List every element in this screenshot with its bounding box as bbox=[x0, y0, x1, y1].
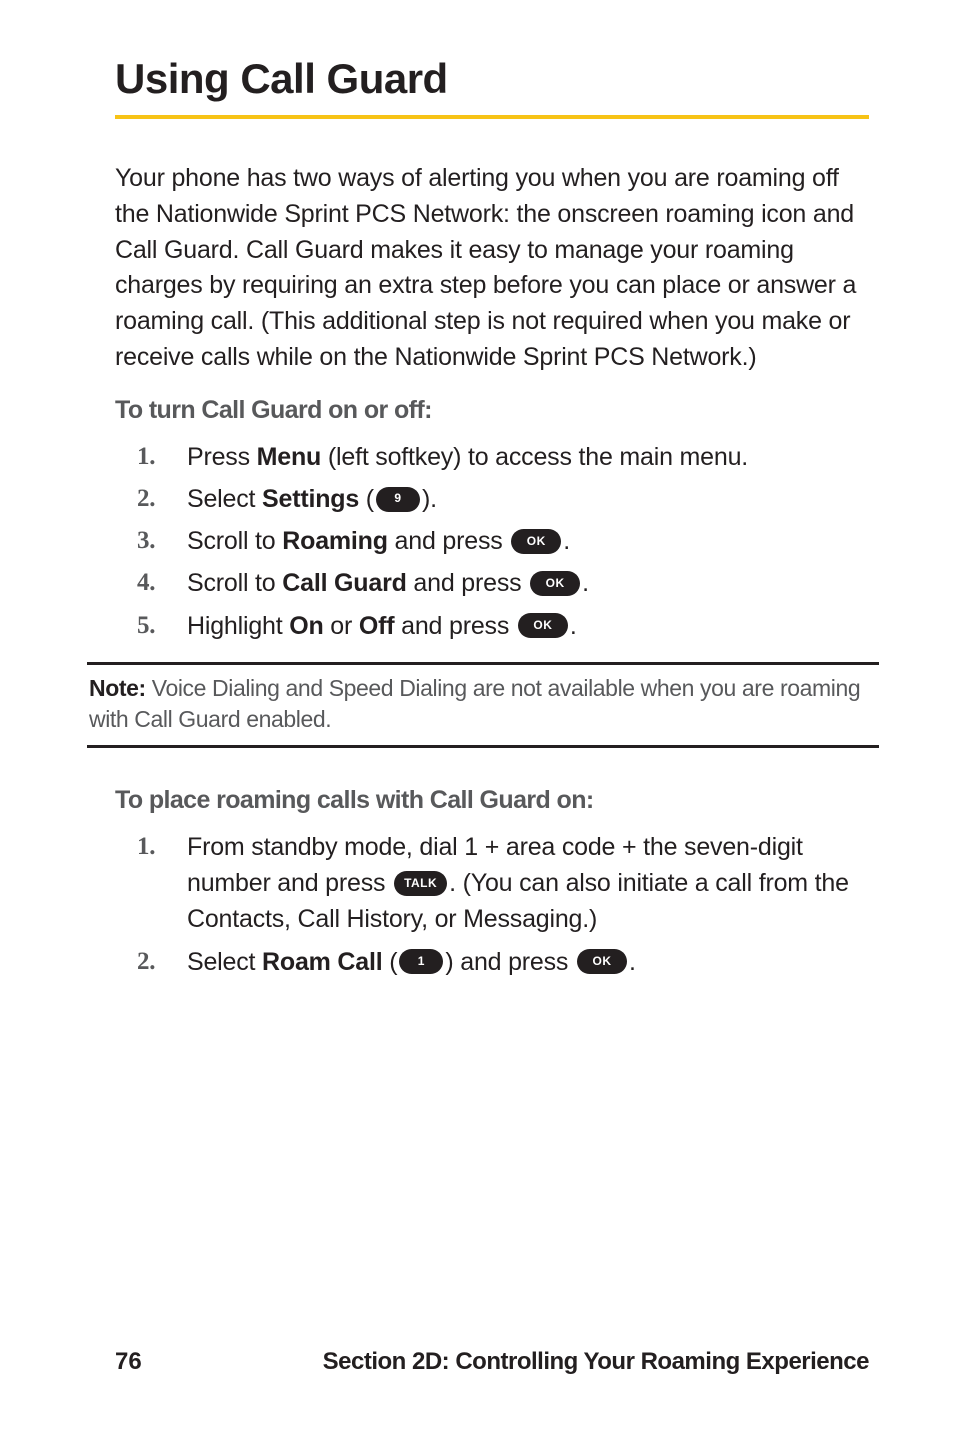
intro-paragraph: Your phone has two ways of alerting you … bbox=[115, 161, 869, 376]
step-number: 5. bbox=[137, 608, 187, 644]
key-1-icon: 1 bbox=[399, 949, 443, 974]
text-fragment: ) and press bbox=[445, 948, 575, 976]
text-fragment: (left softkey) to access the main menu. bbox=[321, 443, 748, 471]
key-9-icon: 9 bbox=[376, 487, 420, 512]
list-item: 5. Highlight On or Off and press OK. bbox=[137, 608, 869, 644]
heading-underline bbox=[115, 115, 869, 119]
text-fragment: and press bbox=[394, 612, 515, 640]
step-text: Scroll to Call Guard and press OK. bbox=[187, 565, 869, 601]
list-item: 1. Press Menu (left softkey) to access t… bbox=[137, 439, 869, 475]
bold-text: On bbox=[289, 612, 323, 640]
step-number: 2. bbox=[137, 944, 187, 980]
text-fragment: . bbox=[563, 527, 570, 555]
text-fragment: ). bbox=[422, 485, 437, 513]
step-number: 1. bbox=[137, 439, 187, 475]
text-fragment: Press bbox=[187, 443, 257, 471]
text-fragment: . bbox=[629, 948, 636, 976]
text-fragment: ( bbox=[359, 485, 374, 513]
key-ok-icon: OK bbox=[518, 613, 568, 638]
step-text: Scroll to Roaming and press OK. bbox=[187, 523, 869, 559]
key-ok-icon: OK bbox=[511, 529, 561, 554]
step-text: Press Menu (left softkey) to access the … bbox=[187, 439, 869, 475]
text-fragment: or bbox=[324, 612, 359, 640]
section-label: Section 2D: Controlling Your Roaming Exp… bbox=[323, 1348, 869, 1376]
text-fragment: Select bbox=[187, 948, 262, 976]
text-fragment: ( bbox=[383, 948, 398, 976]
note-text: Note: Voice Dialing and Speed Dialing ar… bbox=[89, 673, 877, 735]
key-ok-icon: OK bbox=[577, 949, 627, 974]
text-fragment: Scroll to bbox=[187, 527, 282, 555]
step-number: 4. bbox=[137, 565, 187, 601]
steps-list-2: 1. From standby mode, dial 1 + area code… bbox=[137, 829, 869, 980]
page-heading: Using Call Guard bbox=[115, 55, 869, 103]
text-fragment: and press bbox=[407, 569, 528, 597]
step-text: From standby mode, dial 1 + area code + … bbox=[187, 829, 869, 938]
steps-list-1: 1. Press Menu (left softkey) to access t… bbox=[137, 439, 869, 644]
bold-text: Off bbox=[359, 612, 395, 640]
bold-text: Call Guard bbox=[282, 569, 406, 597]
text-fragment: and press bbox=[388, 527, 509, 555]
list-item: 2. Select Roam Call (1) and press OK. bbox=[137, 944, 869, 980]
text-fragment: . bbox=[582, 569, 589, 597]
step-text: Highlight On or Off and press OK. bbox=[187, 608, 869, 644]
text-fragment: Scroll to bbox=[187, 569, 282, 597]
bold-text: Roam Call bbox=[262, 948, 382, 976]
step-text: Select Roam Call (1) and press OK. bbox=[187, 944, 869, 980]
bold-text: Settings bbox=[262, 485, 359, 513]
page-number: 76 bbox=[115, 1348, 142, 1376]
list-item: 3. Scroll to Roaming and press OK. bbox=[137, 523, 869, 559]
bold-text: Roaming bbox=[282, 527, 388, 555]
step-text: Select Settings (9). bbox=[187, 481, 869, 517]
note-label: Note: bbox=[89, 675, 146, 701]
text-fragment: . bbox=[570, 612, 577, 640]
page-footer: 76 Section 2D: Controlling Your Roaming … bbox=[115, 1348, 869, 1376]
list-item: 2. Select Settings (9). bbox=[137, 481, 869, 517]
step-number: 3. bbox=[137, 523, 187, 559]
subheading-turn-on-off: To turn Call Guard on or off: bbox=[115, 396, 869, 425]
note-box: Note: Voice Dialing and Speed Dialing ar… bbox=[87, 662, 879, 748]
list-item: 1. From standby mode, dial 1 + area code… bbox=[137, 829, 869, 938]
key-talk-icon: TALK bbox=[394, 871, 447, 896]
step-number: 2. bbox=[137, 481, 187, 517]
subheading-place-calls: To place roaming calls with Call Guard o… bbox=[115, 786, 869, 815]
list-item: 4. Scroll to Call Guard and press OK. bbox=[137, 565, 869, 601]
step-number: 1. bbox=[137, 829, 187, 865]
note-body: Voice Dialing and Speed Dialing are not … bbox=[89, 675, 860, 732]
key-ok-icon: OK bbox=[530, 571, 580, 596]
text-fragment: Highlight bbox=[187, 612, 289, 640]
bold-text: Menu bbox=[257, 443, 321, 471]
text-fragment: Select bbox=[187, 485, 262, 513]
